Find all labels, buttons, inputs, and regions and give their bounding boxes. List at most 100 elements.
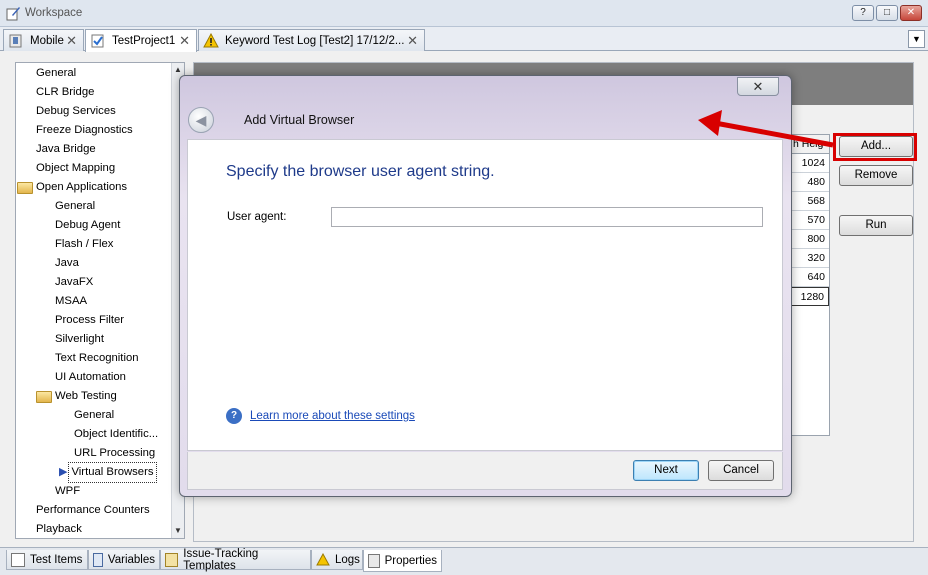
help-icon: ? bbox=[226, 408, 242, 424]
close-button[interactable]: ✕ bbox=[900, 5, 922, 21]
help-button[interactable]: ? bbox=[852, 5, 874, 21]
folder-open-icon bbox=[17, 181, 33, 194]
tree-item[interactable]: Flash / Flex bbox=[55, 235, 113, 254]
workspace-icon bbox=[6, 7, 20, 21]
tree-item-label: MSAA bbox=[55, 295, 88, 307]
properties-icon bbox=[368, 553, 380, 568]
tab-list-dropdown[interactable]: ▼ bbox=[908, 30, 925, 48]
warning-log-icon bbox=[203, 32, 219, 49]
workspace-title-bar: Workspace ? □ ✕ bbox=[0, 0, 928, 27]
tab-label: Mobile bbox=[30, 34, 64, 47]
tree-item[interactable]: Process Filter bbox=[55, 311, 124, 330]
tree-item-label: Java bbox=[55, 257, 79, 269]
tree-item[interactable]: Java Bridge bbox=[36, 140, 96, 159]
tree-item-label: URL Processing bbox=[74, 447, 156, 459]
tree-item[interactable]: Performance Counters bbox=[36, 501, 150, 520]
tree-item-label: UI Automation bbox=[55, 371, 126, 383]
tree-item[interactable]: MSAA bbox=[55, 292, 87, 311]
tree-item[interactable]: WPF bbox=[55, 482, 80, 501]
browsers-grid[interactable]: h Heig 1024 480 568 570 800 320 640 1280 bbox=[790, 134, 830, 436]
settings-tree: General CLR Bridge Debug Services Freeze Di… bbox=[15, 62, 185, 539]
close-icon[interactable]: ✕ bbox=[407, 33, 418, 49]
tree-item-label: Web Testing bbox=[55, 390, 117, 402]
grid-cell[interactable]: 320 bbox=[791, 249, 829, 268]
logs-icon bbox=[316, 552, 330, 567]
variables-icon bbox=[93, 552, 103, 567]
tree-item[interactable]: Playback bbox=[36, 520, 82, 538]
tree-item[interactable]: JavaFX bbox=[55, 273, 93, 292]
dialog-body: Specify the browser user agent string. U… bbox=[187, 139, 783, 451]
tree-item-label: Open Applications bbox=[36, 181, 128, 193]
grid-cell[interactable]: 800 bbox=[791, 230, 829, 249]
tree-item-label: Object Identific... bbox=[74, 428, 159, 440]
tab-keyword-test-log[interactable]: Keyword Test Log [Test2] 17/12/2... ✕ bbox=[198, 29, 425, 51]
tree-item-label: General bbox=[74, 409, 115, 421]
grid-cell[interactable]: 568 bbox=[791, 192, 829, 211]
dialog-footer: Next Cancel bbox=[187, 452, 783, 490]
tree-item-label: Flash / Flex bbox=[55, 238, 114, 250]
tree-item[interactable]: UI Automation bbox=[55, 368, 126, 387]
restore-button[interactable]: □ bbox=[876, 5, 898, 21]
close-icon[interactable]: ✕ bbox=[66, 33, 77, 49]
add-button-highlight bbox=[833, 133, 917, 161]
tree-item[interactable]: Debug Services bbox=[36, 102, 116, 121]
tree-item-label: Debug Agent bbox=[55, 219, 121, 231]
tab-variables[interactable]: Variables bbox=[88, 550, 160, 570]
document-tabs: Mobile ✕ TestProject1 ✕ Keyword Test Log… bbox=[0, 27, 928, 52]
tree-item[interactable]: General bbox=[36, 64, 76, 83]
tree-item[interactable]: Debug Agent bbox=[55, 216, 120, 235]
tree-item[interactable]: Open Applications bbox=[17, 178, 127, 197]
tab-testproject1[interactable]: TestProject1 ✕ bbox=[85, 29, 197, 52]
tree-item[interactable]: General bbox=[74, 406, 114, 425]
tree-item[interactable]: General bbox=[55, 197, 95, 216]
project-icon bbox=[90, 33, 106, 49]
tree-item-label: Process Filter bbox=[55, 314, 125, 326]
remove-button[interactable]: Remove bbox=[839, 165, 913, 186]
tree-item[interactable]: URL Processing bbox=[74, 444, 155, 463]
close-icon[interactable]: ✕ bbox=[179, 33, 190, 49]
tree-item[interactable]: Object Identific... bbox=[74, 425, 158, 444]
test-items-icon bbox=[11, 552, 25, 567]
selected-arrow-icon: ▶ bbox=[59, 466, 68, 478]
tree-item-label: General bbox=[36, 67, 77, 79]
tree-item[interactable]: ▶ Virtual Browsers bbox=[59, 462, 157, 483]
tab-mobile[interactable]: Mobile ✕ bbox=[3, 29, 84, 51]
tab-issue-tracking-templates[interactable]: Issue-Tracking Templates bbox=[160, 548, 311, 572]
cancel-button[interactable]: Cancel bbox=[708, 460, 774, 481]
tree-item-label: WPF bbox=[55, 485, 81, 497]
grid-cell[interactable]: 480 bbox=[791, 173, 829, 192]
grid-cell[interactable]: 640 bbox=[791, 268, 829, 287]
grid-cell[interactable]: 1280 bbox=[791, 287, 829, 306]
tab-label: Variables bbox=[107, 553, 155, 566]
tab-properties[interactable]: Properties bbox=[363, 550, 442, 572]
grid-header: h Heig bbox=[791, 135, 829, 154]
back-arrow-icon[interactable]: ◀ bbox=[188, 107, 214, 133]
scroll-down-icon[interactable]: ▼ bbox=[172, 524, 184, 538]
tree-item[interactable]: Object Mapping bbox=[36, 159, 115, 178]
tree-item-label: Performance Counters bbox=[36, 504, 150, 516]
tab-label: Logs bbox=[335, 553, 360, 566]
next-button[interactable]: Next bbox=[633, 460, 699, 481]
tab-logs[interactable]: Logs bbox=[311, 550, 363, 570]
tree-item[interactable]: Text Recognition bbox=[55, 349, 139, 368]
tree-item-label: Silverlight bbox=[55, 333, 104, 345]
learn-more-link[interactable]: Learn more about these settings bbox=[250, 410, 415, 422]
tree-item[interactable]: Silverlight bbox=[55, 330, 104, 349]
tree-item[interactable]: Java bbox=[55, 254, 79, 273]
run-button[interactable]: Run bbox=[839, 215, 913, 236]
tree-item-label: General bbox=[55, 200, 96, 212]
tree-item-label: Virtual Browsers bbox=[68, 462, 157, 483]
bottom-panel-tabs: Test Items Variables Issue-Tracking Temp… bbox=[0, 547, 928, 575]
dialog-close-button[interactable]: ✕ bbox=[737, 77, 779, 96]
help-row: ? Learn more about these settings bbox=[226, 408, 415, 424]
user-agent-input[interactable] bbox=[331, 207, 763, 227]
tree-item-label: Freeze Diagnostics bbox=[36, 124, 133, 136]
tree-item[interactable]: Freeze Diagnostics bbox=[36, 121, 133, 140]
tree-item[interactable]: CLR Bridge bbox=[36, 83, 94, 102]
tree-item[interactable]: Web Testing bbox=[36, 387, 117, 406]
workspace-title: Workspace bbox=[25, 7, 83, 19]
tree-item-label: Playback bbox=[36, 523, 82, 535]
grid-cell[interactable]: 570 bbox=[791, 211, 829, 230]
grid-cell[interactable]: 1024 bbox=[791, 154, 829, 173]
tab-test-items[interactable]: Test Items bbox=[6, 550, 88, 570]
